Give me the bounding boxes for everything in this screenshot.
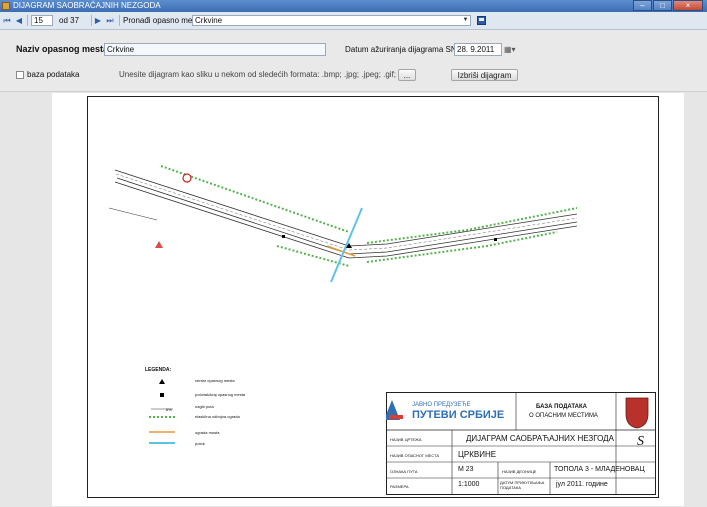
- last-record-icon[interactable]: ⏭: [105, 15, 115, 26]
- legend-item: potok: [195, 441, 205, 446]
- legend-item: početak/kraj opasnog mesta: [195, 392, 246, 397]
- warning-sign-icon: [155, 241, 163, 248]
- record-number-input[interactable]: 15: [31, 15, 53, 26]
- guardrail-bottom-right: [366, 231, 558, 263]
- first-record-icon[interactable]: ⏮: [2, 15, 12, 26]
- record-navigator: ⏮ ◀ 15 od 37 ▶ ⏭ Pronađi opasno mesto: C…: [0, 12, 707, 30]
- app-icon: [2, 2, 10, 10]
- drawing-name-value: ДИЈАГРАМ САОБРАЋАЈНИХ НЕЗГОДА: [466, 434, 614, 443]
- road-edge: [114, 169, 350, 247]
- database-checkbox[interactable]: [16, 71, 24, 79]
- window-title: DIJAGRAM SAOBRAĆAJNIH NEZGODA: [13, 1, 161, 10]
- maximize-button[interactable]: □: [653, 0, 672, 11]
- road-centerline: [348, 217, 578, 251]
- drawing-name-label: НАЗИВ ЦРТЕЖА: [390, 437, 422, 442]
- save-icon[interactable]: [477, 16, 486, 25]
- record-total: od 37: [59, 16, 80, 25]
- legend-item: nagib puta: [195, 404, 214, 409]
- chevron-down-icon[interactable]: ▼: [461, 15, 470, 25]
- start-end-legend-icon: [160, 393, 164, 397]
- legend-title: LEGENDA:: [145, 367, 172, 373]
- crest-icon: [625, 397, 649, 429]
- data-date-value: јул 2011. године: [556, 481, 608, 488]
- date-label: Datum ažuriranja dijagrama SN:: [345, 45, 459, 54]
- section-label: НАЗИВ ДЕОНИЦЕ: [502, 469, 537, 474]
- minimize-button[interactable]: –: [633, 0, 652, 11]
- db-title-line2: О ОПАСНИМ МЕСТИМА: [529, 413, 598, 419]
- sign-icon: [182, 173, 192, 183]
- stream: [330, 207, 363, 283]
- next-record-icon[interactable]: ▶: [93, 15, 103, 26]
- start-marker-icon: [282, 235, 285, 238]
- company-name: ПУТЕВИ СРБИЈЕ: [412, 409, 505, 421]
- calendar-icon[interactable]: ▦▾: [504, 45, 516, 55]
- guardrail-top-right: [366, 207, 578, 244]
- toolbar-separator: [27, 15, 28, 26]
- section-value: ТОПОЛА 3 - МЛАДЕНОВАЦ: [554, 466, 645, 473]
- road-label: ОЗНАКА ПУТА: [390, 469, 418, 474]
- db-title-line1: БАЗА ПОДАТАКА: [536, 404, 587, 410]
- end-marker-icon: [494, 238, 497, 241]
- data-date-label: ДАТУМ ПРИКУПЉАЊА ПОДАТАКА: [500, 480, 545, 490]
- road-centerline: [115, 173, 350, 251]
- legend-symbols: [149, 379, 175, 444]
- prev-record-icon[interactable]: ◀: [14, 15, 24, 26]
- browse-button[interactable]: ...: [398, 69, 416, 81]
- center-legend-icon: [159, 379, 165, 384]
- road-value: М 23: [458, 466, 474, 473]
- place-label: Naziv opasnog mesta:: [16, 44, 112, 54]
- database-label: baza podataka: [27, 70, 80, 79]
- signature: S: [637, 434, 644, 449]
- company-small-name: ЈАВНО ПРЕДУЗЕЋЕ: [412, 402, 471, 408]
- legend-slope-value: 6%: [166, 407, 172, 412]
- date-field[interactable]: 28. 9.2011: [454, 43, 502, 56]
- legend-item: elastična odbojna ograda: [195, 414, 240, 419]
- road-edge: [114, 181, 350, 259]
- place-name-label: НАЗИВ ОПАСНОГ МЕСТА: [390, 453, 440, 458]
- title-bar: DIJAGRAM SAOBRAĆAJNIH NEZGODA – □ ×: [0, 0, 707, 12]
- legend-item: ograda mosta: [195, 430, 220, 435]
- close-button[interactable]: ×: [673, 0, 703, 11]
- delete-diagram-button[interactable]: Izbriši dijagram: [451, 69, 518, 81]
- search-combo[interactable]: Crkvine: [192, 15, 471, 26]
- toolbar-separator: [91, 15, 92, 26]
- format-instruction: Unesite dijagram kao sliku u nekom od sl…: [119, 70, 414, 79]
- toolbar-separator: [119, 15, 120, 26]
- window-controls: – □ ×: [632, 0, 703, 11]
- place-name-field[interactable]: Crkvine: [104, 43, 326, 56]
- side-road: [108, 207, 158, 221]
- road-edge: [116, 177, 350, 255]
- legend-item: centar opasnog mesta: [195, 378, 235, 383]
- scale-value: 1:1000: [458, 481, 480, 488]
- scale-label: РАЗМЕРА: [390, 484, 409, 489]
- place-name-value: ЦРКВИНЕ: [458, 450, 497, 459]
